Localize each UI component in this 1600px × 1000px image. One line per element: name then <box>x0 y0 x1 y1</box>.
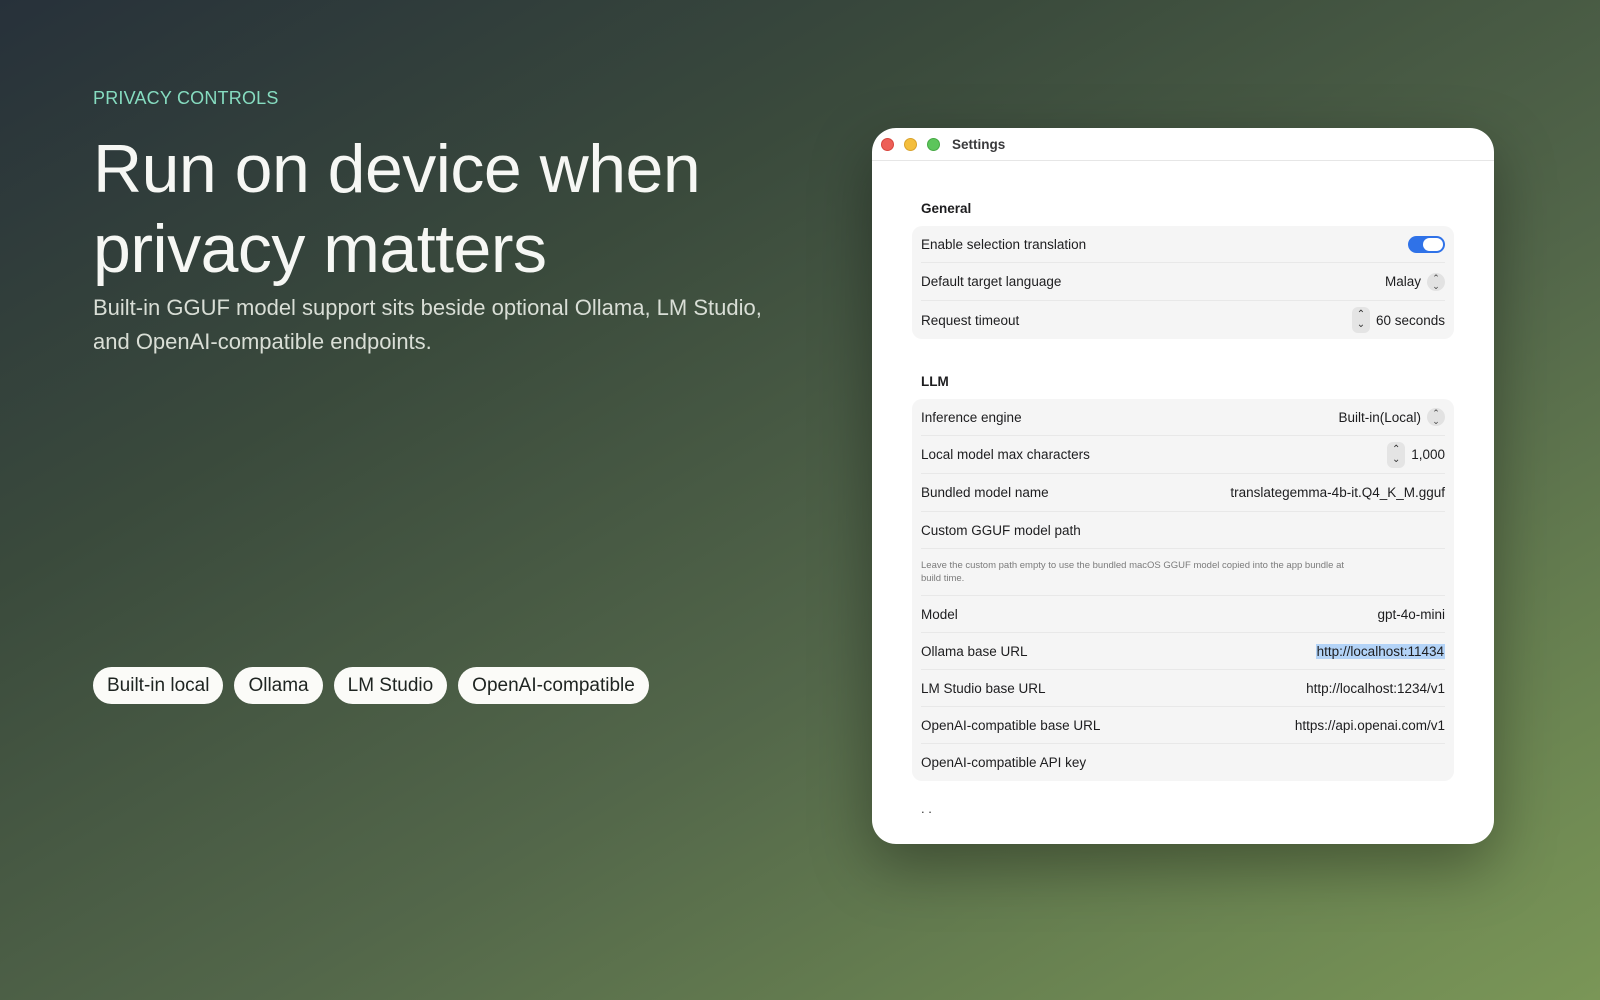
subhead-line-1: Built-in GGUF model support sits beside … <box>93 295 762 320</box>
section-title-general: General <box>921 201 972 216</box>
chip-list: Built-in local Ollama LM Studio OpenAI-c… <box>93 667 649 704</box>
bundled-model-value: translategemma-4b-it.Q4_K_M.gguf <box>1230 485 1445 500</box>
timeout-control: ⌃ ⌄ 60 seconds <box>1351 307 1445 333</box>
headline-line-2: privacy matters <box>93 211 547 287</box>
openai-key-label: OpenAI-compatible API key <box>921 755 1087 770</box>
minimize-icon[interactable] <box>904 137 917 151</box>
enable-selection-toggle[interactable] <box>1408 235 1445 253</box>
row-ollama-url: Ollama base URL http://localhost:11434 <box>921 633 1445 670</box>
openai-url-label: OpenAI-compatible base URL <box>921 717 1101 733</box>
custom-path-note: Leave the custom path empty to use the b… <box>921 549 1445 596</box>
engine-value: Built-in(Local) <box>1338 409 1421 425</box>
general-group: Enable selection translation Default tar… <box>912 226 1454 339</box>
window-title: Settings <box>952 136 1006 152</box>
openai-url-value[interactable]: https://api.openai.com/v1 <box>1295 718 1445 733</box>
close-icon[interactable] <box>881 137 894 151</box>
row-openai-key[interactable]: OpenAI-compatible API key <box>921 744 1445 781</box>
model-label: Model <box>921 606 958 622</box>
engine-label: Inference engine <box>921 409 1022 425</box>
note-line-1: Leave the custom path empty to use the b… <box>921 560 1345 571</box>
target-language-label: Default target language <box>921 274 1062 289</box>
timeout-value: 60 seconds <box>1375 312 1445 328</box>
headline-line-1: Run on device when <box>93 131 701 207</box>
more-indicator: . . <box>921 801 932 816</box>
max-chars-label: Local model max characters <box>921 447 1090 462</box>
lmstudio-url-label: LM Studio base URL <box>921 680 1046 696</box>
row-lmstudio-url: LM Studio base URL http://localhost:1234… <box>921 670 1445 707</box>
target-language-value: Malay <box>1384 274 1421 289</box>
zoom-icon[interactable] <box>927 137 940 151</box>
max-chars-stepper[interactable]: ⌃ ⌄ <box>1387 441 1406 468</box>
enable-selection-label: Enable selection translation <box>921 236 1087 252</box>
chevron-up-down-icon: ⌃ ⌄ <box>1427 408 1445 426</box>
bundled-model-label: Bundled model name <box>921 485 1049 500</box>
chevron-up-down-icon: ⌃ ⌄ <box>1427 272 1445 291</box>
title-bar: Settings <box>872 128 1494 161</box>
chip-lm-studio: LM Studio <box>333 667 448 704</box>
row-request-timeout: Request timeout ⌃ ⌄ 60 seconds <box>921 301 1445 339</box>
row-target-language: Default target language Malay ⌃ ⌄ <box>921 263 1445 301</box>
row-model: Model gpt-4o-mini <box>921 596 1445 633</box>
timeout-label: Request timeout <box>921 312 1020 328</box>
row-inference-engine: Inference engine Built-in(Local) ⌃ ⌄ <box>921 399 1445 436</box>
subhead: Built-in GGUF model support sits beside … <box>93 291 833 359</box>
ollama-url-value[interactable]: http://localhost:11434 <box>1315 643 1445 659</box>
chip-openai-compatible: OpenAI-compatible <box>458 667 649 704</box>
settings-content: General Enable selection translation Def… <box>872 201 1494 816</box>
model-value[interactable]: gpt-4o-mini <box>1377 607 1445 622</box>
engine-popup[interactable]: Built-in(Local) ⌃ ⌄ <box>1338 408 1445 426</box>
target-language-popup[interactable]: Malay ⌃ ⌄ <box>1384 272 1445 291</box>
max-chars-value: 1,000 <box>1411 447 1445 462</box>
chip-ollama: Ollama <box>234 667 323 704</box>
ollama-url-label: Ollama base URL <box>921 643 1028 659</box>
lmstudio-url-value[interactable]: http://localhost:1234/v1 <box>1306 681 1445 696</box>
llm-group: Inference engine Built-in(Local) ⌃ ⌄ Loca… <box>912 399 1454 781</box>
section-title-llm: LLM <box>921 374 949 389</box>
row-enable-selection: Enable selection translation <box>921 226 1445 263</box>
row-max-characters: Local model max characters ⌃ ⌄ 1,000 <box>921 436 1445 474</box>
note-line-2: build time. <box>921 573 965 584</box>
headline: Run on device when privacy matters <box>93 129 833 289</box>
hero: PRIVACY CONTROLS Run on device when priv… <box>93 88 833 359</box>
settings-window: Settings General Enable selection transl… <box>872 128 1494 844</box>
subhead-line-2: and OpenAI-compatible endpoints. <box>93 329 432 354</box>
eyebrow: PRIVACY CONTROLS <box>93 88 279 108</box>
toggle-knob <box>1423 237 1443 251</box>
max-chars-control: ⌃ ⌄ 1,000 <box>1387 441 1445 468</box>
row-openai-url: OpenAI-compatible base URL https://api.o… <box>921 707 1445 744</box>
timeout-stepper[interactable]: ⌃ ⌄ <box>1351 307 1370 333</box>
row-bundled-model: Bundled model name translategemma-4b-it.… <box>921 474 1445 512</box>
row-custom-path[interactable]: Custom GGUF model path <box>921 512 1445 549</box>
chip-built-in-local: Built-in local <box>93 667 224 704</box>
custom-path-label: Custom GGUF model path <box>921 522 1081 538</box>
